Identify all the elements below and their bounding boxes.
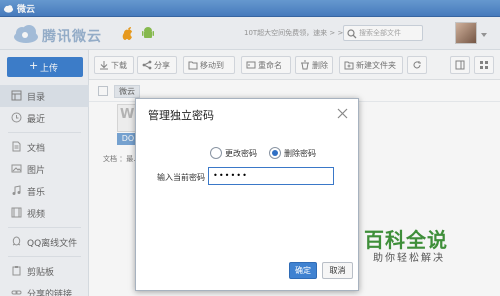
confirm-button[interactable]: 确定 xyxy=(289,262,317,279)
cancel-button[interactable]: 取消 xyxy=(322,262,353,279)
radio-delete-password-label[interactable]: 删除密码 xyxy=(284,148,316,159)
current-password-input[interactable]: •••••• xyxy=(208,167,334,185)
dialog-title: 管理独立密码 xyxy=(148,109,214,122)
radio-change-password[interactable] xyxy=(210,147,222,159)
close-icon[interactable] xyxy=(337,108,348,119)
password-label: 输入当前密码 xyxy=(157,173,205,182)
radio-delete-password[interactable] xyxy=(269,147,281,159)
manage-password-dialog: 管理独立密码 更改密码 删除密码 输入当前密码 •••••• 确定 取消 xyxy=(135,98,359,291)
radio-change-password-label[interactable]: 更改密码 xyxy=(225,148,257,159)
watermark-subtitle: 助你轻松解决 xyxy=(373,253,445,264)
